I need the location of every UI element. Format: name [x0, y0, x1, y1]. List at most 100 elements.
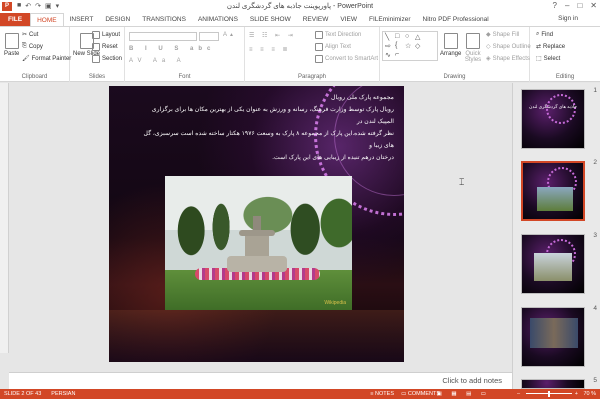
help-icon[interactable]: ? [553, 1, 557, 10]
slide-body-text[interactable]: مجموعه پارک ملی رویال رویال پارک توسط وز… [137, 92, 394, 164]
thumbnail-slide-5[interactable] [521, 379, 585, 389]
tab-transitions[interactable]: TRANSITIONS [136, 13, 192, 26]
shape-outline-label: Shape Outline [492, 43, 531, 50]
align-buttons[interactable]: ≡ ≡ ≡ ≣ [249, 46, 291, 53]
tab-view[interactable]: VIEW [334, 13, 363, 26]
thumbnail-number: 5 [593, 377, 597, 384]
thumbnail-image [530, 318, 578, 348]
clipboard-group-label: Clipboard [21, 74, 48, 80]
water-reflection [109, 310, 404, 362]
view-buttons[interactable]: ▣ ▦ ▤ ▭ [437, 391, 490, 397]
quick-styles-label: Quick Styles [464, 51, 482, 63]
cut-label: Cut [29, 31, 39, 38]
list-buttons[interactable]: ☰ ☷ ⇤ ⇥ [249, 32, 296, 39]
font-name-input[interactable] [129, 32, 197, 41]
select-button[interactable]: ⬚ Select [536, 55, 560, 63]
layout-button[interactable]: Layout [92, 31, 120, 39]
fountain-bowl [239, 230, 275, 236]
tab-slide-show[interactable]: SLIDE SHOW [244, 13, 297, 26]
convert-smartart-label: Convert to SmartArt [325, 56, 379, 62]
thumbnail-image [534, 253, 572, 281]
rectangle-shape-icon: □ [395, 33, 400, 40]
smartart-icon [315, 55, 323, 63]
vertical-scrollbar[interactable] [0, 83, 9, 353]
shape-fill-icon: ◆ [486, 32, 491, 38]
font-format-buttons[interactable]: B I U S abc [129, 46, 215, 52]
notes-pane[interactable]: Click to add notes [9, 372, 512, 389]
reset-button[interactable]: Reset [92, 43, 118, 51]
minimize-icon[interactable]: – [565, 1, 569, 10]
arrange-icon [443, 33, 458, 49]
copy-button[interactable]: ⎘ Copy [22, 43, 43, 50]
zoom-in-icon[interactable]: + [575, 391, 578, 397]
shape-effects-button[interactable]: ◈ Shape Effects [486, 55, 530, 63]
align-text-button[interactable]: Align Text [315, 43, 351, 51]
slides-group: New Slide Layout Reset Section Slides [70, 27, 125, 82]
shape-outline-button[interactable]: ◇ Shape Outline [486, 43, 531, 51]
paste-icon [4, 33, 19, 49]
editing-group: ⌕ Find ⇄ Replace ⬚ Select Editing [530, 27, 600, 82]
paste-label: Paste [4, 51, 20, 57]
tab-animations[interactable]: ANIMATIONS [192, 13, 244, 26]
font-color-buttons[interactable]: AV Aa A [129, 58, 186, 64]
tab-file[interactable]: FILE [0, 13, 31, 26]
ribbon: Paste ✂ Cut ⎘ Copy 🖌 Format Painter Clipboa… [0, 26, 600, 82]
quick-styles-button[interactable]: Quick Styles [462, 33, 484, 63]
tab-fileminimizer[interactable]: FILEminimizer [363, 13, 417, 26]
curve-shape-icon: ∿ [385, 52, 391, 59]
tab-review[interactable]: REVIEW [297, 13, 335, 26]
thumbnail-slide-4[interactable] [521, 307, 585, 367]
font-size-input[interactable] [199, 32, 219, 41]
zoom-level[interactable]: 70 % [583, 391, 596, 397]
status-bar: SLIDE 2 OF 43 PERSIAN ≡ NOTES ▭ COMMENTS… [0, 389, 600, 399]
text-direction-button[interactable]: Text Direction [315, 31, 361, 39]
find-label: Find [541, 31, 554, 38]
ribbon-tabs: FILE HOME INSERT DESIGN TRANSITIONS ANIM… [0, 12, 600, 26]
section-button[interactable]: Section [92, 55, 122, 63]
find-icon: ⌕ [536, 31, 540, 37]
replace-icon: ⇄ [536, 44, 542, 50]
paste-button[interactable]: Paste [4, 33, 19, 57]
drawing-group-label: Drawing [443, 74, 466, 80]
notes-placeholder: Click to add notes [442, 376, 502, 385]
convert-smartart-button[interactable]: Convert to SmartArt [315, 55, 378, 63]
align-text-icon [315, 43, 323, 51]
find-button[interactable]: ⌕ Find [536, 31, 553, 38]
quick-styles-icon [466, 33, 480, 49]
section-label: Section [102, 56, 123, 62]
thumbnail-slide-2[interactable] [521, 161, 585, 221]
thumbnail-number: 2 [593, 159, 597, 166]
slide-text-line: درختان درهم تنیده از زیبایی های این پارک… [272, 154, 394, 161]
notes-toggle-button[interactable]: ≡ NOTES [370, 391, 394, 397]
comments-toggle-button[interactable]: ▭ COMMENTS [401, 391, 440, 397]
replace-button[interactable]: ⇄ Replace [536, 43, 565, 51]
zoom-slider-knob[interactable] [548, 391, 550, 397]
cut-button[interactable]: ✂ Cut [22, 31, 39, 39]
shape-fill-button[interactable]: ◆ Shape Fill [486, 31, 520, 39]
shape-fill-label: Shape Fill [492, 31, 520, 38]
fountain-base [227, 256, 287, 272]
shapes-gallery[interactable]: ╲ □ ○ △ ⇨ { ☆ ◇ ∿ ⌐ [382, 31, 438, 61]
language-indicator[interactable]: PERSIAN [51, 391, 75, 397]
current-slide[interactable]: مجموعه پارک ملی رویال رویال پارک توسط وز… [109, 86, 404, 362]
thumbnail-slide-1[interactable]: جاذبه های گردشگری لندن [521, 89, 585, 149]
format-painter-button[interactable]: 🖌 Format Painter [22, 55, 71, 63]
park-fountain-photo[interactable]: Wikipedia [165, 176, 352, 310]
arrow-shape-icon: ⇨ [385, 43, 391, 50]
tab-home[interactable]: HOME [30, 13, 64, 26]
close-icon[interactable]: ✕ [590, 1, 597, 10]
tab-insert[interactable]: INSERT [64, 13, 100, 26]
tab-nitro-pdf[interactable]: Nitro PDF Professional [417, 13, 495, 26]
title-bar: P ■ ↶ ↷ ▣ ▾ پاورپوینت جاذبه های گردشگری … [0, 0, 600, 12]
font-group-label: Font [178, 74, 191, 80]
thumbnail-image [537, 187, 573, 211]
maximize-icon[interactable]: □ [577, 1, 582, 10]
thumbnail-slide-3[interactable] [521, 234, 585, 294]
grow-font-button[interactable]: A ▲ [223, 32, 234, 38]
arrange-button[interactable]: Arrange [440, 33, 461, 57]
align-text-label: Align Text [325, 44, 351, 50]
tab-design[interactable]: DESIGN [99, 13, 136, 26]
zoom-out-icon[interactable]: – [517, 391, 520, 397]
slide-heading: مجموعه پارک ملی رویال [331, 94, 394, 101]
sign-in-link[interactable]: Sign in [558, 15, 578, 22]
